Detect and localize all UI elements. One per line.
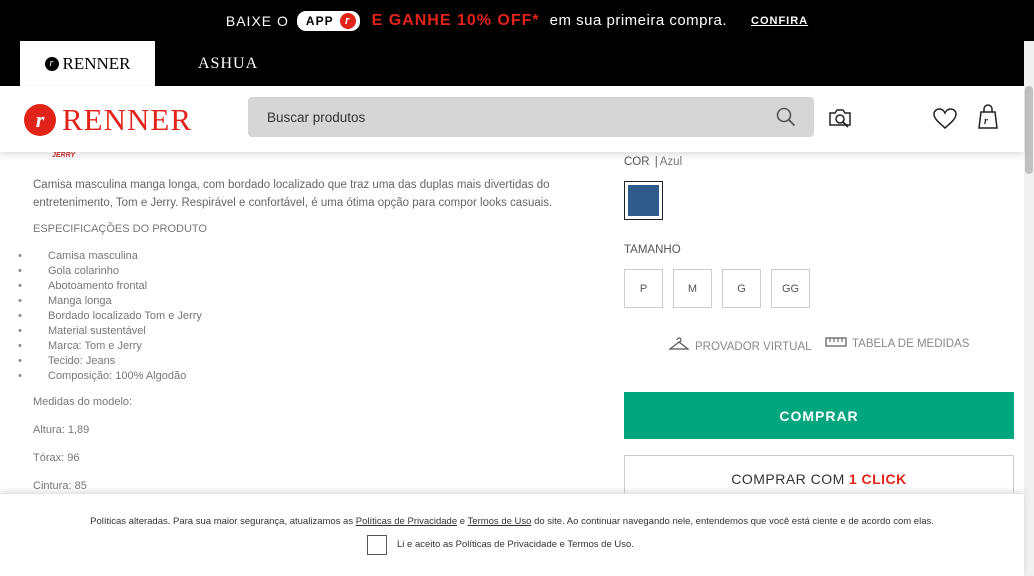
policy-text-part-3: do site. Ao continuar navegando nele, en… [534, 516, 934, 527]
buy-button[interactable]: COMPRAR [624, 392, 1014, 439]
virtual-fitting-label: PROVADOR VIRTUAL [695, 340, 812, 353]
ruler-icon [825, 337, 847, 350]
spec-item: Abotoamento frontal [18, 279, 202, 294]
spec-item: Material sustentável [18, 324, 202, 339]
size-button-g[interactable]: G [722, 269, 761, 308]
svg-text:r: r [984, 116, 988, 127]
policy-text-part-2: e [459, 516, 466, 527]
color-label-separator: | [654, 156, 658, 168]
spec-item: Tecido: Jeans [18, 354, 202, 369]
size-button-p[interactable]: P [624, 269, 663, 308]
search-icon[interactable] [776, 107, 796, 132]
virtual-fitting-link[interactable]: PROVADOR VIRTUAL [668, 337, 812, 356]
renner-logo-icon: r [24, 104, 56, 136]
privacy-policy-link[interactable]: Políticas de Privacidade [356, 516, 457, 527]
page-scrollbar-thumb[interactable] [1025, 86, 1033, 174]
brand-bar: r RENNER ASHUA [0, 41, 1024, 86]
size-chart-label: TABELA DE MEDIDAS [852, 337, 970, 350]
search-bar [248, 97, 814, 137]
shopping-bag-icon[interactable]: r [977, 104, 999, 135]
spec-list: Camisa masculina Gola colarinho Abotoame… [18, 249, 202, 384]
tom-and-jerry-logo-icon: JERRY [52, 152, 76, 159]
brand-tab-ashua-label: ASHUA [198, 54, 259, 72]
hanger-icon [668, 337, 690, 356]
policy-banner: Políticas alteradas. Para sua maior segu… [0, 493, 1024, 576]
policy-text-part-1: Políticas alteradas. Para sua maior segu… [90, 516, 354, 527]
spec-item: Gola colarinho [18, 264, 202, 279]
product-description: Camisa masculina manga longa, com bordad… [33, 179, 553, 209]
spec-item: Manga longa [18, 294, 202, 309]
color-swatch-fill [628, 185, 659, 216]
color-label-text: COR [624, 156, 650, 168]
promo-bar: BAIXE O APP r E GANHE 10% OFF* em sua pr… [0, 0, 1034, 41]
renner-logo-text: RENNER [62, 102, 192, 137]
color-label: COR | Azul [624, 156, 682, 168]
spec-title: ESPECIFICAÇÕES DO PRODUTO [33, 223, 207, 235]
promo-first-purchase-text: em sua primeira compra. [549, 12, 728, 29]
terms-of-use-link[interactable]: Termos de Uso [468, 516, 532, 527]
brand-tab-ashua[interactable]: ASHUA [198, 41, 258, 86]
renner-r-icon: r [44, 56, 59, 71]
size-button-m[interactable]: M [673, 269, 712, 308]
spec-item: Bordado localizado Tom e Jerry [18, 309, 202, 324]
brand-tab-renner-label: RENNER [62, 53, 131, 73]
app-badge-label: APP [305, 13, 334, 28]
camera-search-icon[interactable] [828, 106, 854, 135]
color-value: Azul [659, 156, 683, 168]
heart-icon[interactable] [933, 108, 957, 135]
app-badge: APP r [296, 10, 360, 31]
model-waist: Cintura: 85 [33, 480, 87, 492]
promo-baixe-text: BAIXE O [225, 12, 289, 29]
policy-accept-label: Li e aceito as Políticas de Privacidade … [397, 539, 634, 550]
model-chest: Tórax: 96 [33, 452, 80, 464]
renner-logo[interactable]: r RENNER [24, 102, 192, 138]
policy-text: Políticas alteradas. Para sua maior segu… [0, 516, 1024, 527]
one-click-prefix: COMPRAR COM [731, 470, 845, 487]
spec-item: Composição: 100% Algodão [18, 369, 202, 384]
promo-confira-link[interactable]: CONFIRA [751, 15, 808, 27]
brand-tab-renner[interactable]: r RENNER [20, 41, 155, 86]
size-button-gg[interactable]: GG [771, 269, 810, 308]
policy-accept-checkbox[interactable] [367, 535, 387, 555]
model-measures-title: Medidas do modelo: [33, 396, 133, 408]
model-height: Altura: 1,89 [33, 424, 90, 436]
site-header: r RENNER r [0, 86, 1024, 152]
size-label: TAMANHO [624, 244, 681, 256]
renner-r-icon: r [339, 12, 356, 29]
size-chart-link[interactable]: TABELA DE MEDIDAS [825, 337, 969, 350]
one-click-highlight: 1 CLICK [848, 470, 907, 487]
spec-item: Marca: Tom e Jerry [18, 339, 202, 354]
color-swatch-azul[interactable] [624, 181, 663, 220]
spec-item: Camisa masculina [18, 249, 202, 264]
search-input[interactable] [248, 97, 768, 137]
promo-discount-text: E GANHE 10% OFF* [371, 11, 540, 29]
